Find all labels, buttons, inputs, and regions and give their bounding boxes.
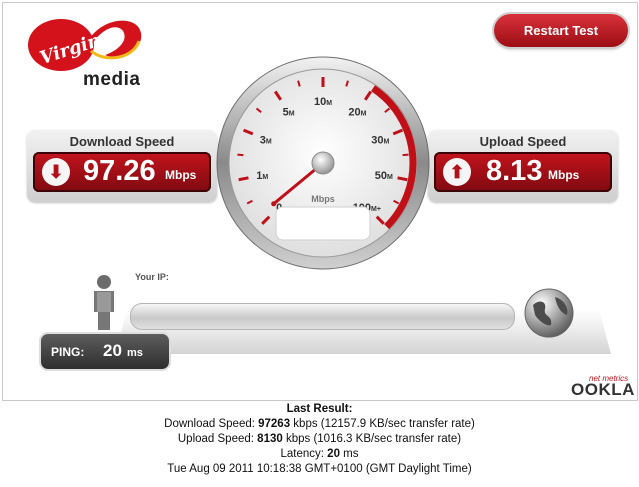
- virgin-media-logo: Virgin media: [25, 11, 145, 91]
- download-speed-unit: Mbps: [165, 168, 197, 182]
- speedtest-widget: Virgin media Restart Test Download Speed…: [2, 2, 638, 401]
- arrow-up-icon: ⬆: [443, 158, 471, 186]
- gauge-scale-suffix: M: [289, 110, 295, 117]
- gauge-dial: 01M3M5M10M20M30M50M100M+ Mbps: [216, 56, 430, 270]
- last-result-title: Last Result:: [286, 403, 353, 415]
- restart-test-button[interactable]: Restart Test: [494, 14, 628, 47]
- result-latency-value: 20: [327, 448, 340, 460]
- gauge-tick: [237, 153, 244, 157]
- gauge-needle-tip: [271, 201, 277, 207]
- gauge-tick: [397, 176, 408, 182]
- gauge-tick: [238, 176, 249, 182]
- speed-gauge: 01M3M5M10M20M30M50M100M+ Mbps: [216, 56, 430, 270]
- upload-readout: ⬆ 8.13 Mbps: [434, 152, 612, 192]
- ookla-brand-text: OOKLA: [571, 380, 635, 399]
- result-latency-unit: ms: [339, 448, 359, 460]
- result-upload-value: 8130: [257, 433, 283, 445]
- result-download-value: 97263: [258, 418, 291, 430]
- result-latency-label: Latency:: [280, 448, 328, 460]
- result-download-line: Download Speed: 97263 kbps (12157.9 KB/s…: [0, 417, 639, 432]
- upload-speed-unit: Mbps: [548, 168, 580, 182]
- arrow-down-icon: ⬇: [42, 158, 70, 186]
- gauge-hub: [311, 151, 335, 175]
- result-upload-detail: kbps (1016.3 KB/sec transfer rate): [282, 433, 462, 445]
- gauge-scale-suffix: M+: [371, 206, 381, 213]
- gauge-unit-label: Mbps: [311, 194, 335, 204]
- result-upload-label: Upload Speed:: [177, 433, 258, 445]
- gauge-scale-suffix: M: [387, 174, 393, 181]
- upload-speed-panel: Upload Speed ⬆ 8.13 Mbps: [428, 130, 618, 202]
- result-latency-line: Latency: 20 ms: [0, 447, 639, 462]
- gauge-scale-suffix: M: [326, 100, 332, 107]
- logo-media-text: media: [83, 69, 141, 90]
- ping-value: 20: [103, 341, 122, 360]
- upload-speed-value: 8.13: [486, 155, 543, 187]
- last-result-summary: Last Result: Download Speed: 97263 kbps …: [0, 402, 639, 477]
- result-download-detail: kbps (12157.9 KB/sec transfer rate): [290, 418, 475, 430]
- result-timestamp: Tue Aug 09 2011 10:18:38 GMT+0100 (GMT D…: [167, 463, 472, 475]
- ping-readout: PING: 20 ms: [41, 334, 169, 369]
- gauge-scale-suffix: M: [361, 110, 367, 117]
- gauge-readout-window: [275, 206, 371, 241]
- ping-unit: ms: [127, 347, 143, 359]
- ping-label: PING:: [51, 345, 85, 359]
- gauge-scale-suffix: M: [266, 138, 272, 145]
- download-speed-value: 97.26: [83, 155, 156, 187]
- gauge-tick: [402, 153, 409, 157]
- gauge-scale-suffix: M: [262, 174, 268, 181]
- connection-progress-pipe: [130, 303, 515, 330]
- upload-speed-title: Upload Speed: [479, 134, 567, 149]
- result-upload-line: Upload Speed: 8130 kbps (1016.3 KB/sec t…: [0, 432, 639, 447]
- download-speed-panel: Download Speed ⬇ 97.26 Mbps: [27, 130, 217, 202]
- download-readout: ⬇ 97.26 Mbps: [33, 152, 211, 192]
- your-ip-label: Your IP:: [135, 272, 169, 282]
- gauge-scale-suffix: M: [383, 138, 389, 145]
- server-globe-icon: [524, 288, 574, 338]
- result-download-label: Download Speed:: [164, 418, 259, 430]
- ookla-logo: net metrics OOKLA: [569, 374, 635, 400]
- download-speed-title: Download Speed: [69, 134, 175, 149]
